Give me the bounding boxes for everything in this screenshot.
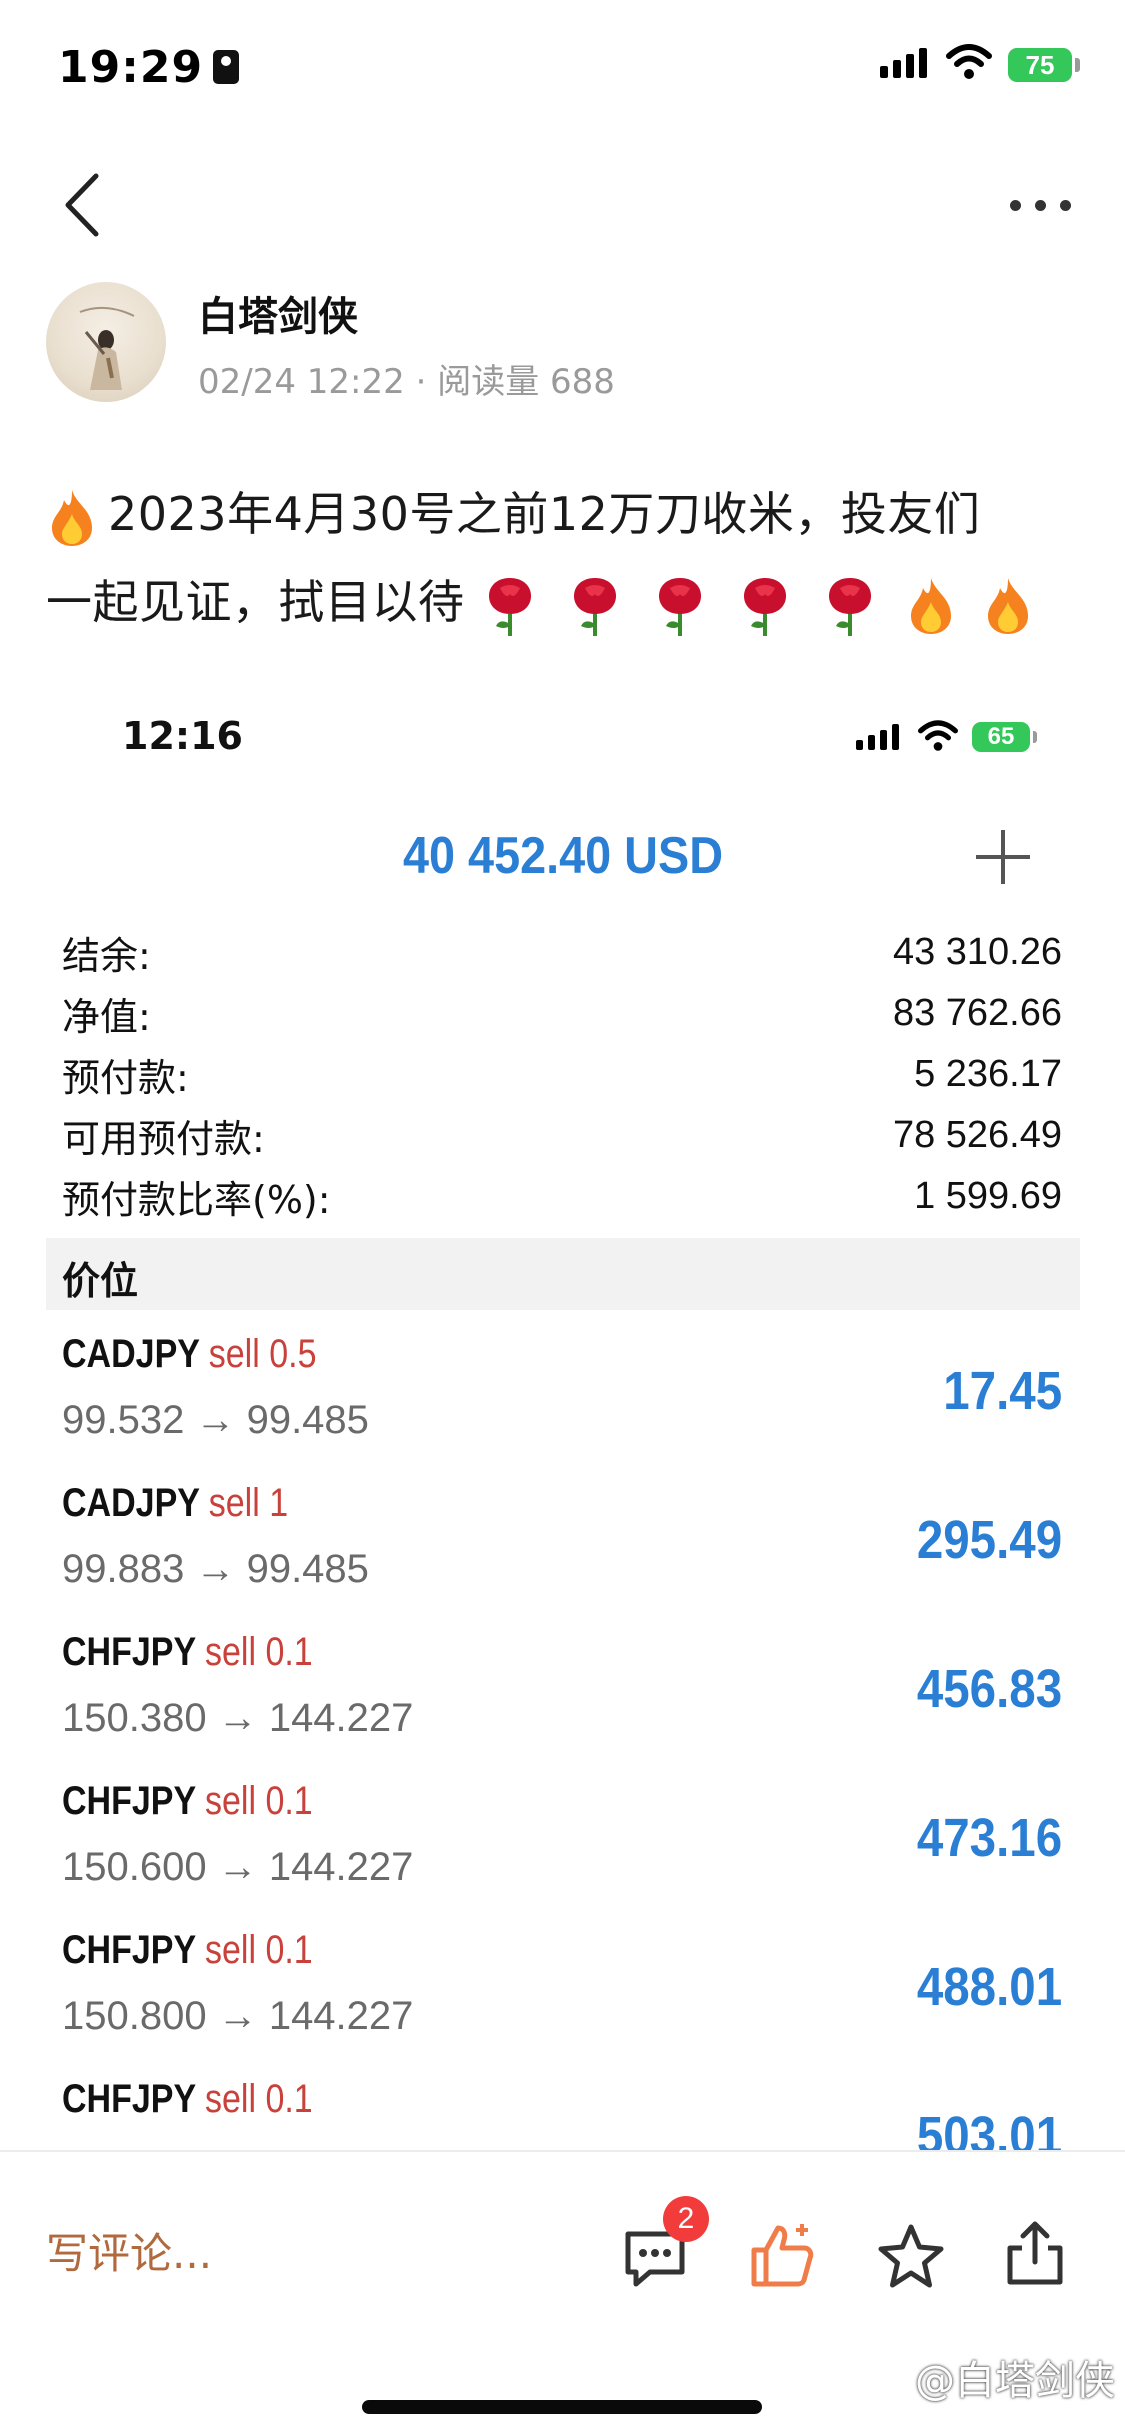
- trade-prices: 99.532 → 99.485: [62, 1398, 369, 1442]
- stat-row: 预付款比率(%): 1 599.69: [62, 1166, 1062, 1227]
- trade-symbol-line: CADJPY sell 0.5: [62, 1332, 317, 1377]
- trade-symbol-line: CHFJPY sell 0.1: [62, 1630, 313, 1675]
- status-time: 19:29: [58, 42, 240, 93]
- stat-row: 净值: 83 762.66: [62, 983, 1062, 1044]
- avatar[interactable]: [46, 282, 166, 402]
- trade-symbol: CHFJPY: [62, 1928, 196, 1972]
- post-body: 2023年4月30号之前12万刀收米，投友们 一起见证，拭目以待: [46, 470, 1086, 646]
- stat-value: 1 599.69: [914, 1175, 1062, 1217]
- stat-value: 78 526.49: [892, 1114, 1062, 1156]
- trade-profit: 295.49: [916, 1510, 1062, 1570]
- stat-label: 预付款:: [62, 1056, 189, 1100]
- trade-symbol-line: CHFJPY sell 0.1: [62, 1928, 313, 1973]
- trade-symbol: CADJPY: [62, 1332, 200, 1376]
- post-line-1-text: 2023年4月30号之前12万刀收米，投友们: [108, 487, 981, 541]
- trade-row[interactable]: CHFJPY sell 0.1 150.600 → 144.227 473.16: [46, 1767, 1080, 1916]
- stat-label: 预付款比率(%):: [62, 1178, 331, 1222]
- trade-profit: 503.01: [916, 2106, 1062, 2150]
- contact-card-icon: [213, 50, 240, 84]
- section-header: 价位: [46, 1238, 1080, 1310]
- post-meta: 02/24 12:22 · 阅读量 688: [198, 362, 615, 402]
- trade-side: sell 1: [208, 1481, 289, 1525]
- stat-value: 5 236.17: [914, 1053, 1062, 1095]
- stat-label: 可用预付款:: [62, 1117, 265, 1161]
- fire-icon: [52, 489, 92, 546]
- embedded-battery-level: 65: [972, 722, 1030, 752]
- rose-icon: [829, 577, 872, 636]
- trade-profit: 473.16: [916, 1808, 1062, 1868]
- stat-row: 预付款: 5 236.17: [62, 1044, 1062, 1105]
- account-balance-total: 40 452.40 USD: [402, 827, 724, 885]
- stat-label: 结余:: [62, 934, 151, 978]
- like-icon[interactable]: [748, 2220, 818, 2290]
- section-title: 价位: [62, 1259, 139, 1303]
- embedded-screenshot[interactable]: 12:16 65 40 452.40 USD 结余: 43 310.26 净值: 83…: [46, 690, 1080, 2150]
- trade-symbol: CHFJPY: [62, 1630, 196, 1674]
- embedded-battery-icon: 65: [972, 722, 1037, 752]
- rose-icon: [743, 577, 787, 636]
- trade-symbol-line: CADJPY sell 1: [62, 1481, 288, 1526]
- stat-value: 83 762.66: [892, 992, 1062, 1034]
- home-indicator[interactable]: [362, 2400, 762, 2414]
- stat-row: 结余: 43 310.26: [62, 922, 1062, 983]
- account-stats: 结余: 43 310.26 净值: 83 762.66 预付款: 5 236.17 可用预付…: [62, 922, 1062, 1227]
- back-chevron-icon[interactable]: [52, 170, 112, 240]
- avatar-figure-icon: [79, 306, 135, 390]
- post-line-2: 一起见证，拭目以待: [46, 558, 1086, 646]
- add-icon[interactable]: [976, 830, 1030, 884]
- trade-row[interactable]: CADJPY sell 1 99.883 → 99.485 295.49: [46, 1469, 1080, 1618]
- post-line-1: 2023年4月30号之前12万刀收米，投友们: [46, 470, 1086, 558]
- trade-symbol: CHFJPY: [62, 2077, 196, 2121]
- status-bar: 19:29 75: [0, 0, 1125, 140]
- trade-side: sell 0.1: [204, 1779, 313, 1823]
- trade-profit: 17.45: [943, 1361, 1062, 1421]
- trade-prices: 150.380 → 144.227: [62, 1696, 414, 1740]
- trade-symbol: CADJPY: [62, 1481, 200, 1525]
- trade-prices: 99.883 → 99.485: [62, 1547, 369, 1591]
- embedded-signal-icon: [856, 724, 899, 750]
- bottom-action-bar: 写评论... 2 @白塔剑侠: [0, 2150, 1125, 2436]
- trade-prices: 150.800 → 144.227: [62, 1994, 414, 2038]
- fire-icon: [911, 577, 952, 634]
- more-options-icon[interactable]: [1010, 190, 1080, 220]
- wifi-icon: [946, 44, 992, 79]
- trade-symbol: CHFJPY: [62, 1779, 196, 1823]
- comment-count-badge: 2: [663, 2196, 709, 2242]
- trade-profit: 488.01: [916, 1957, 1062, 2017]
- embedded-status-time: 12:16: [122, 714, 243, 758]
- trade-symbol-line: CHFJPY sell 0.1: [62, 2077, 313, 2122]
- stat-value: 43 310.26: [892, 931, 1062, 973]
- trade-list: CADJPY sell 0.5 99.532 → 99.485 17.45 CADJP…: [46, 1320, 1080, 2150]
- battery-icon: 75: [1008, 48, 1080, 82]
- trade-side: sell 0.1: [204, 1928, 313, 1972]
- trade-row[interactable]: CHFJPY sell 0.1 150.800 → 144.227 488.01: [46, 1916, 1080, 2065]
- trade-profit: 456.83: [916, 1659, 1062, 1719]
- trade-prices: 151.000 → 144.227: [62, 2143, 413, 2150]
- battery-level: 75: [1008, 48, 1072, 82]
- rose-icon: [658, 577, 701, 636]
- trade-side: sell 0.5: [208, 1332, 317, 1376]
- trade-symbol-line: CHFJPY sell 0.1: [62, 1779, 313, 1824]
- trade-row[interactable]: CHFJPY sell 0.1 151.000 → 144.227 503.01: [46, 2065, 1080, 2150]
- rose-icon: [488, 577, 531, 636]
- trade-row[interactable]: CADJPY sell 0.5 99.532 → 99.485 17.45: [46, 1320, 1080, 1469]
- cellular-signal-icon: [880, 48, 927, 78]
- star-icon[interactable]: [876, 2222, 946, 2292]
- watermark: @白塔剑侠: [915, 2358, 1115, 2404]
- fire-icon: [988, 577, 1029, 634]
- trade-side: sell 0.1: [204, 1630, 313, 1674]
- trade-prices: 150.600 → 144.227: [62, 1845, 414, 1889]
- rose-icon: [573, 577, 616, 636]
- trade-row[interactable]: CHFJPY sell 0.1 150.380 → 144.227 456.83: [46, 1618, 1080, 1767]
- post-line-2-text: 一起见证，拭目以待: [46, 575, 465, 629]
- author-name[interactable]: 白塔剑侠: [198, 284, 358, 342]
- stat-label: 净值:: [62, 995, 151, 1039]
- status-time-text: 19:29: [58, 42, 204, 93]
- comment-input[interactable]: 写评论...: [46, 2220, 212, 2281]
- embedded-wifi-icon: [918, 720, 958, 751]
- share-icon[interactable]: [1000, 2218, 1070, 2288]
- stat-row: 可用预付款: 78 526.49: [62, 1105, 1062, 1166]
- trade-side: sell 0.1: [204, 2077, 313, 2121]
